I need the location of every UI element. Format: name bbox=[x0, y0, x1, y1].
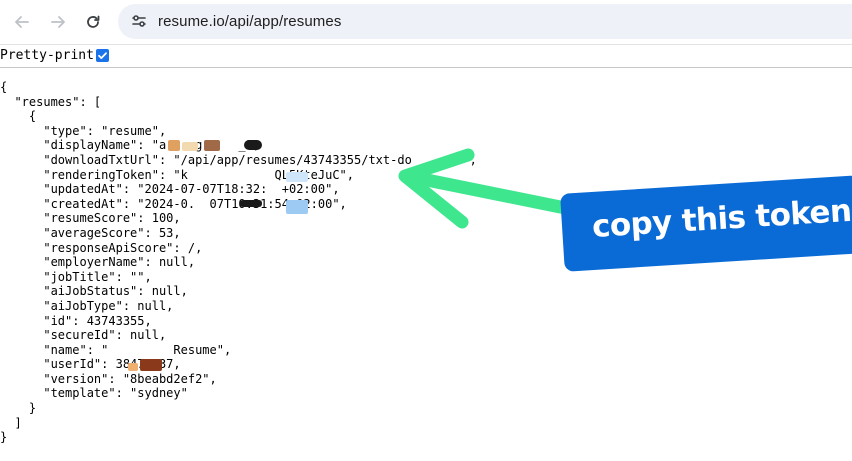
arrow-icon bbox=[398, 148, 592, 229]
callout-text: copy this token bbox=[591, 192, 852, 246]
